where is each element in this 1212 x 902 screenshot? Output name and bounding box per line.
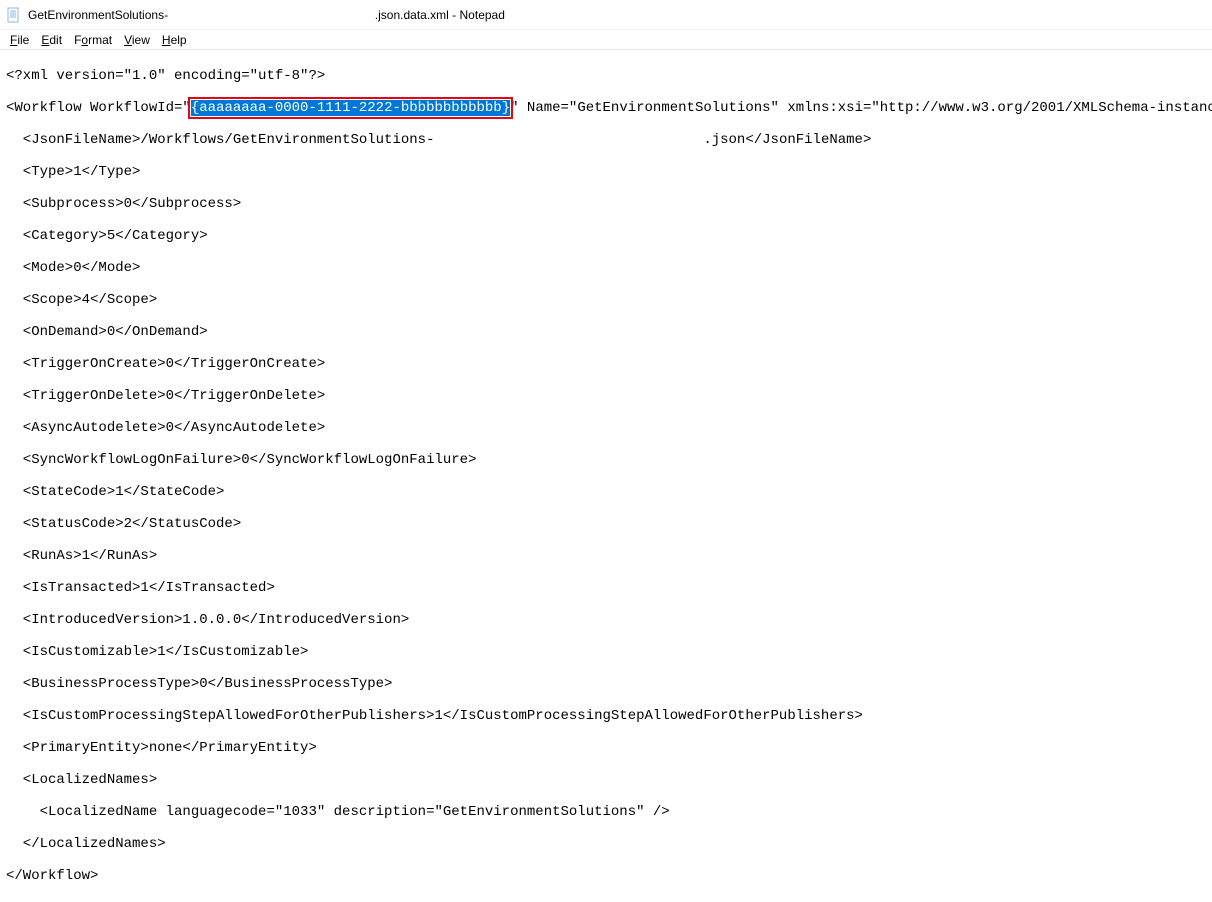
xml-line: <Scope>4</Scope>: [6, 292, 1206, 308]
xml-line: <TriggerOnCreate>0</TriggerOnCreate>: [6, 356, 1206, 372]
xml-line: <Workflow WorkflowId="{aaaaaaaa-0000-111…: [6, 100, 1206, 116]
xml-line: <IsTransacted>1</IsTransacted>: [6, 580, 1206, 596]
xml-line: <Category>5</Category>: [6, 228, 1206, 244]
xml-line: <RunAs>1</RunAs>: [6, 548, 1206, 564]
xml-line: <OnDemand>0</OnDemand>: [6, 324, 1206, 340]
xml-line: <Mode>0</Mode>: [6, 260, 1206, 276]
menu-file[interactable]: File: [4, 31, 35, 49]
selected-workflow-id: {aaaaaaaa-0000-1111-2222-bbbbbbbbbbbb}: [191, 100, 510, 116]
xml-line: <BusinessProcessType>0</BusinessProcessT…: [6, 676, 1206, 692]
xml-line: <SyncWorkflowLogOnFailure>0</SyncWorkflo…: [6, 452, 1206, 468]
notepad-icon: [6, 7, 22, 23]
xml-line: <Subprocess>0</Subprocess>: [6, 196, 1206, 212]
xml-line: <PrimaryEntity>none</PrimaryEntity>: [6, 740, 1206, 756]
xml-line: <Type>1</Type>: [6, 164, 1206, 180]
xml-line: </LocalizedNames>: [6, 836, 1206, 852]
xml-line: <StateCode>1</StateCode>: [6, 484, 1206, 500]
menu-help[interactable]: Help: [156, 31, 193, 49]
menu-format[interactable]: Format: [68, 31, 118, 49]
title-bar: GetEnvironmentSolutions- .json.data.xml …: [0, 0, 1212, 30]
xml-line: <AsyncAutodelete>0</AsyncAutodelete>: [6, 420, 1206, 436]
menu-view[interactable]: View: [118, 31, 156, 49]
xml-line: <LocalizedName languagecode="1033" descr…: [6, 804, 1206, 820]
xml-line: <LocalizedNames>: [6, 772, 1206, 788]
xml-line: <StatusCode>2</StatusCode>: [6, 516, 1206, 532]
xml-line: </Workflow>: [6, 868, 1206, 884]
xml-line: <IntroducedVersion>1.0.0.0</IntroducedVe…: [6, 612, 1206, 628]
xml-line: <IsCustomProcessingStepAllowedForOtherPu…: [6, 708, 1206, 724]
text-editor-area[interactable]: <?xml version="1.0" encoding="utf-8"?> <…: [0, 50, 1212, 902]
xml-line: <?xml version="1.0" encoding="utf-8"?>: [6, 68, 1206, 84]
window-title: GetEnvironmentSolutions- .json.data.xml …: [28, 8, 1206, 22]
menu-bar: File Edit Format View Help: [0, 30, 1212, 50]
menu-edit[interactable]: Edit: [35, 31, 68, 49]
xml-line: <IsCustomizable>1</IsCustomizable>: [6, 644, 1206, 660]
xml-line: <TriggerOnDelete>0</TriggerOnDelete>: [6, 388, 1206, 404]
xml-line: <JsonFileName>/Workflows/GetEnvironmentS…: [6, 132, 1206, 148]
